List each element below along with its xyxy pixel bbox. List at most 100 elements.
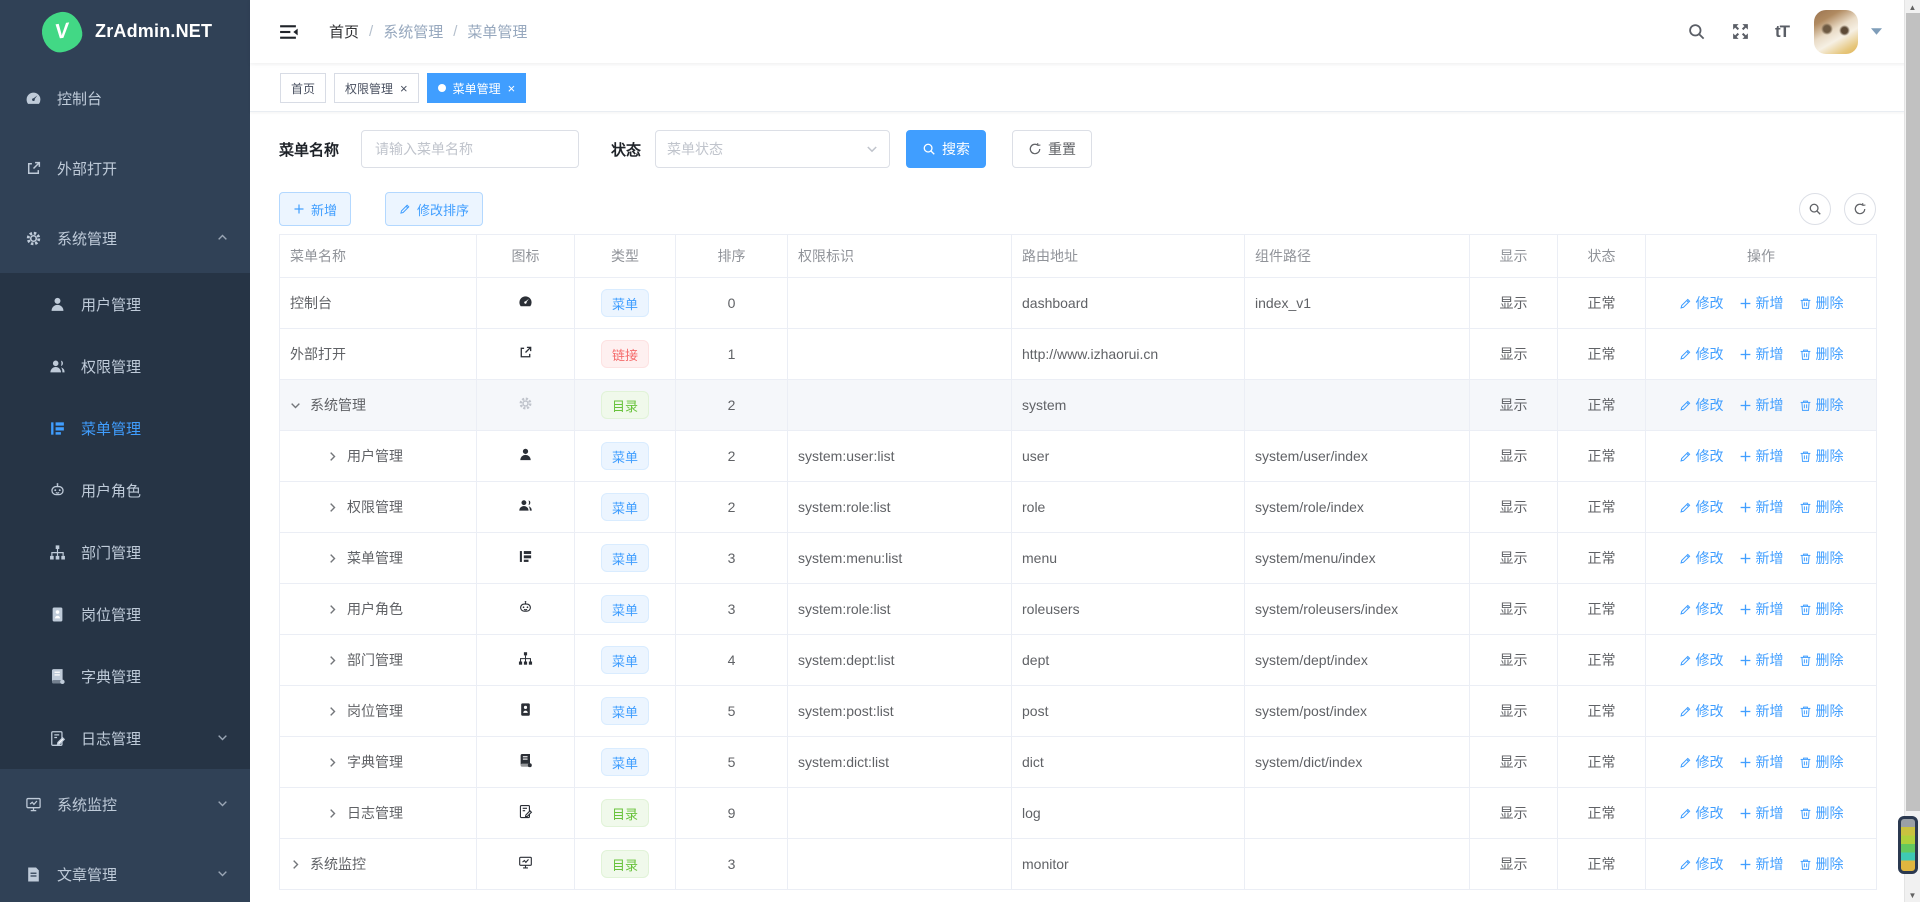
menu-name-input[interactable] <box>361 130 579 168</box>
delete-link[interactable]: 删除 <box>1799 854 1844 874</box>
sidebar-item-10[interactable]: 日志管理 <box>0 707 250 769</box>
plus-icon <box>1739 654 1752 667</box>
expand-arrow-icon[interactable] <box>290 400 301 411</box>
expand-arrow-icon[interactable] <box>327 808 338 819</box>
expand-arrow-icon[interactable] <box>327 604 338 615</box>
sidebar-item-8[interactable]: 岗位管理 <box>0 583 250 645</box>
type-tag: 链接 <box>601 340 649 368</box>
refresh-button[interactable] <box>1844 193 1876 225</box>
add-link[interactable]: 新增 <box>1739 497 1784 517</box>
edit-link[interactable]: 修改 <box>1679 803 1724 823</box>
add-link[interactable]: 新增 <box>1739 650 1784 670</box>
delete-link[interactable]: 删除 <box>1799 293 1844 313</box>
sidebar-item-6[interactable]: 用户角色 <box>0 459 250 521</box>
tab-1[interactable]: 权限管理× <box>334 73 419 103</box>
delete-link[interactable]: 删除 <box>1799 548 1844 568</box>
expand-arrow-icon[interactable] <box>327 655 338 666</box>
menu-name-label: 菜单名称 <box>279 139 339 160</box>
add-link[interactable]: 新增 <box>1739 854 1784 874</box>
delete-link[interactable]: 删除 <box>1799 752 1844 772</box>
font-size-icon[interactable]: tT <box>1775 22 1789 42</box>
sidebar-item-2[interactable]: 系统管理 <box>0 203 250 273</box>
tab-close-icon[interactable]: × <box>400 82 408 95</box>
add-link[interactable]: 新增 <box>1739 752 1784 772</box>
status-cell: 正常 <box>1558 431 1646 482</box>
sidebar-item-5[interactable]: 菜单管理 <box>0 397 250 459</box>
edit-link[interactable]: 修改 <box>1679 752 1724 772</box>
tab-close-icon[interactable]: × <box>508 82 516 95</box>
edit-link[interactable]: 修改 <box>1679 293 1724 313</box>
sidebar-item-0[interactable]: 控制台 <box>0 63 250 133</box>
expand-arrow-icon[interactable] <box>327 757 338 768</box>
tab-0[interactable]: 首页 <box>280 73 326 103</box>
monitor-icon <box>25 796 42 813</box>
reset-button[interactable]: 重置 <box>1012 130 1092 168</box>
sort-button[interactable]: 修改排序 <box>385 192 483 226</box>
breadcrumb-item[interactable]: 系统管理 <box>383 21 443 42</box>
edit-link[interactable]: 修改 <box>1679 344 1724 364</box>
fold-sidebar-icon[interactable] <box>279 23 299 41</box>
status-select[interactable]: 菜单状态 <box>655 130 890 168</box>
column-header: 组件路径 <box>1245 235 1470 278</box>
scrollbar-thumb[interactable] <box>1906 13 1920 811</box>
fullscreen-icon[interactable] <box>1731 22 1750 41</box>
breadcrumb-item[interactable]: 首页 <box>329 21 359 42</box>
delete-link[interactable]: 删除 <box>1799 599 1844 619</box>
plus-icon <box>1739 399 1752 412</box>
search-button[interactable]: 搜索 <box>906 130 986 168</box>
logo[interactable]: V ZrAdmin.NET <box>0 0 250 63</box>
add-link[interactable]: 新增 <box>1739 599 1784 619</box>
expand-arrow-icon[interactable] <box>327 706 338 717</box>
add-button[interactable]: 新增 <box>279 192 351 226</box>
expand-arrow-icon[interactable] <box>327 553 338 564</box>
sidebar-item-11[interactable]: 系统监控 <box>0 769 250 839</box>
table-row: 用户管理菜单2system:user:listusersystem/user/i… <box>280 431 1877 482</box>
sidebar-item-1[interactable]: 外部打开 <box>0 133 250 203</box>
route-cell: monitor <box>1012 839 1245 890</box>
add-link[interactable]: 新增 <box>1739 446 1784 466</box>
add-link[interactable]: 新增 <box>1739 344 1784 364</box>
show-search-button[interactable] <box>1799 193 1831 225</box>
delete-link[interactable]: 删除 <box>1799 395 1844 415</box>
delete-link[interactable]: 删除 <box>1799 701 1844 721</box>
add-link[interactable]: 新增 <box>1739 803 1784 823</box>
scroll-down-arrow-icon[interactable]: ▼ <box>1905 888 1920 902</box>
add-link[interactable]: 新增 <box>1739 293 1784 313</box>
delete-link[interactable]: 删除 <box>1799 344 1844 364</box>
search-icon[interactable] <box>1687 22 1706 41</box>
avatar[interactable] <box>1814 10 1858 54</box>
expand-arrow-icon[interactable] <box>327 451 338 462</box>
edit-link[interactable]: 修改 <box>1679 650 1724 670</box>
add-link[interactable]: 新增 <box>1739 395 1784 415</box>
edit-link[interactable]: 修改 <box>1679 548 1724 568</box>
delete-link[interactable]: 删除 <box>1799 497 1844 517</box>
add-link[interactable]: 新增 <box>1739 701 1784 721</box>
edit-link[interactable]: 修改 <box>1679 854 1724 874</box>
sidebar-item-3[interactable]: 用户管理 <box>0 273 250 335</box>
tab-2[interactable]: 菜单管理× <box>427 73 527 103</box>
expand-arrow-icon[interactable] <box>327 502 338 513</box>
type-tag: 菜单 <box>601 544 649 572</box>
delete-link[interactable]: 删除 <box>1799 803 1844 823</box>
edit-link[interactable]: 修改 <box>1679 446 1724 466</box>
sidebar-item-12[interactable]: 文章管理 <box>0 839 250 902</box>
delete-link[interactable]: 删除 <box>1799 650 1844 670</box>
edit-link[interactable]: 修改 <box>1679 599 1724 619</box>
edit-icon <box>1679 348 1692 361</box>
scroll-up-arrow-icon[interactable]: ▲ <box>1905 0 1920 14</box>
add-link[interactable]: 新增 <box>1739 548 1784 568</box>
delete-link[interactable]: 删除 <box>1799 446 1844 466</box>
browser-extension-widget[interactable] <box>1898 816 1918 874</box>
table-row: 控制台菜单0dashboardindex_v1显示正常修改新增删除 <box>280 278 1877 329</box>
sidebar-item-4[interactable]: 权限管理 <box>0 335 250 397</box>
edit-link[interactable]: 修改 <box>1679 395 1724 415</box>
delete-icon <box>1799 297 1812 310</box>
expand-arrow-icon[interactable] <box>290 859 301 870</box>
sidebar-item-9[interactable]: 字典管理 <box>0 645 250 707</box>
sidebar-item-7[interactable]: 部门管理 <box>0 521 250 583</box>
caret-down-icon[interactable] <box>1871 28 1882 35</box>
icon-cell <box>477 839 575 890</box>
edit-link[interactable]: 修改 <box>1679 497 1724 517</box>
scrollbar[interactable]: ▲ ▼ <box>1904 0 1920 902</box>
edit-link[interactable]: 修改 <box>1679 701 1724 721</box>
